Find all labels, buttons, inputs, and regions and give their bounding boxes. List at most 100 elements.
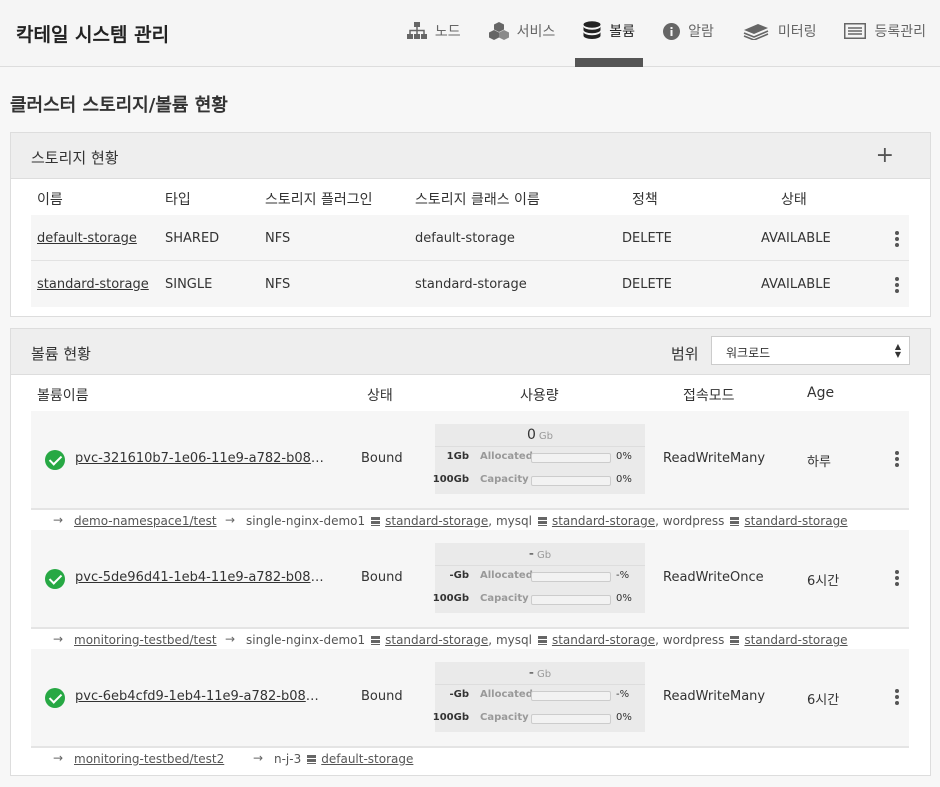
storage-link[interactable]: standard-storage (552, 633, 655, 647)
column-header-name: 이름 (37, 192, 63, 208)
range-select-value: 워크로드 (726, 346, 771, 360)
namespace-link[interactable]: monitoring-testbed/test2 (74, 752, 224, 766)
nav-label: 미터링 (777, 24, 817, 40)
usage-total-unit: Gb (536, 669, 552, 680)
volume-name-link[interactable]: pvc-6eb4cfd9-1eb4-11e9-a782-b083fee1… (75, 689, 325, 704)
storage-policy: DELETE (622, 231, 672, 246)
column-header-type: 타입 (165, 192, 191, 208)
allocated-label: Allocated (480, 570, 533, 581)
volume-name-link[interactable]: pvc-5de96d41-1eb4-11e9-a782-b083fee… (75, 570, 325, 585)
arrow-right-icon: → (253, 751, 264, 765)
storage-name-link[interactable]: default-storage (37, 231, 137, 246)
workload-name: wordpress (662, 514, 725, 528)
add-storage-button[interactable]: + (876, 143, 894, 168)
more-vert-icon[interactable] (895, 570, 899, 586)
storage-status: AVAILABLE (761, 277, 831, 292)
workload-name: wordpress (662, 633, 725, 647)
workload-name: single-nginx-demo1 (246, 514, 366, 528)
usage-total-unit: Gb (536, 550, 552, 561)
volume-status: Bound (361, 689, 403, 704)
mount-list: single-nginx-demo1 standard-storage, mysq… (246, 633, 848, 647)
nav-label: 알람 (688, 24, 714, 40)
access-mode: ReadWriteMany (663, 451, 766, 466)
usage-total-value: - (528, 665, 534, 681)
volume-status: Bound (361, 570, 403, 585)
app-title: 칵테일 시스템 관리 (16, 24, 170, 46)
select-arrows-icon: ▲ ▼ (894, 342, 901, 359)
storage-link[interactable]: standard-storage (385, 633, 488, 647)
access-mode: ReadWriteOnce (663, 570, 764, 585)
volume-age: 6시간 (807, 693, 840, 708)
status-ok-icon (45, 569, 65, 589)
arrow-right-icon: → (53, 632, 64, 646)
usage-allocated-row: -Gb Allocated -% (435, 566, 645, 586)
namespace-link[interactable]: monitoring-testbed/test (74, 633, 217, 647)
separator: , (655, 633, 659, 647)
info-icon (663, 22, 681, 40)
allocated-progress-bar (531, 691, 611, 701)
top-header: 칵테일 시스템 관리 노드 서비스 볼륨 알람 미터링 등록관리 (0, 0, 940, 67)
storage-link[interactable]: standard-storage (552, 514, 655, 528)
nav-item-alarm[interactable]: 알람 (655, 0, 722, 62)
nav-item-registry[interactable]: 등록관리 (836, 0, 934, 62)
storage-plugin: NFS (265, 277, 291, 292)
range-label: 범위 (671, 345, 699, 363)
nav-label: 노드 (434, 24, 461, 40)
allocated-progress-bar (531, 572, 611, 582)
capacity-label: Capacity (480, 593, 529, 604)
workload-name: n-j-3 (274, 752, 302, 766)
capacity-percent: 0% (616, 593, 632, 604)
arrow-right-icon: → (225, 513, 236, 527)
status-ok-icon (45, 450, 65, 470)
storage-class: default-storage (415, 231, 515, 246)
volume-mount-info: → monitoring-testbed/test → single-nginx… (31, 627, 909, 649)
arrow-right-icon: → (53, 751, 64, 765)
storage-icon (371, 517, 381, 526)
table-row: standard-storage SINGLE NFS standard-sto… (31, 261, 909, 307)
usage-capacity-row: 100Gb Capacity 0% (433, 470, 645, 490)
namespace-link[interactable]: demo-namespace1/test (74, 514, 217, 528)
storage-link[interactable]: standard-storage (744, 514, 847, 528)
allocated-label: Allocated (480, 451, 533, 462)
storage-panel-header: 스토리지 현황 + (11, 133, 930, 179)
usage-total: - Gb (435, 665, 645, 681)
storage-class: standard-storage (415, 277, 527, 292)
storage-link[interactable]: default-storage (321, 752, 413, 766)
workload-name: single-nginx-demo1 (246, 633, 366, 647)
volume-panel-title: 볼륨 현황 (31, 345, 91, 363)
nav-item-service[interactable]: 서비스 (481, 0, 564, 62)
storage-icon (371, 636, 381, 645)
capacity-progress-bar (531, 595, 611, 605)
table-row: default-storage SHARED NFS default-stora… (31, 215, 909, 261)
nav-item-node[interactable]: 노드 (399, 0, 469, 62)
usage-total-unit: Gb (538, 431, 554, 442)
more-vert-icon[interactable] (895, 689, 899, 705)
capacity-progress-bar (531, 714, 611, 724)
range-select[interactable]: 워크로드 ▲ ▼ (711, 336, 910, 365)
money-icon (742, 22, 770, 40)
storage-link[interactable]: standard-storage (385, 514, 488, 528)
usage-capacity-row: 100Gb Capacity 0% (432, 708, 645, 728)
more-vert-icon[interactable] (895, 277, 899, 293)
storage-link[interactable]: standard-storage (744, 633, 847, 647)
nav-item-metering[interactable]: 미터링 (734, 0, 825, 62)
more-vert-icon[interactable] (895, 451, 899, 467)
storage-name-link[interactable]: standard-storage (37, 277, 149, 292)
volume-row: pvc-6eb4cfd9-1eb4-11e9-a782-b083fee1… Bo… (31, 649, 909, 746)
status-ok-icon (45, 688, 65, 708)
separator: , (488, 633, 493, 647)
allocated-amount: -Gb (449, 570, 469, 581)
usage-total: - Gb (435, 546, 645, 562)
nav-item-volume[interactable]: 볼륨 (575, 0, 643, 67)
volume-name-link[interactable]: pvc-321610b7-1e06-11e9-a782-b083fee… (75, 451, 325, 466)
storage-plugin: NFS (265, 231, 291, 246)
more-vert-icon[interactable] (895, 231, 899, 247)
capacity-amount: 100Gb (432, 712, 469, 723)
workload-name: mysql (495, 514, 532, 528)
storage-panel-title: 스토리지 현황 (31, 149, 119, 167)
allocated-progress-bar (531, 453, 611, 463)
mount-list: single-nginx-demo1 standard-storage, mysq… (246, 514, 848, 528)
nav-label: 등록관리 (874, 24, 926, 40)
usage-total-value: - (528, 546, 534, 562)
allocated-percent: -% (616, 570, 630, 581)
